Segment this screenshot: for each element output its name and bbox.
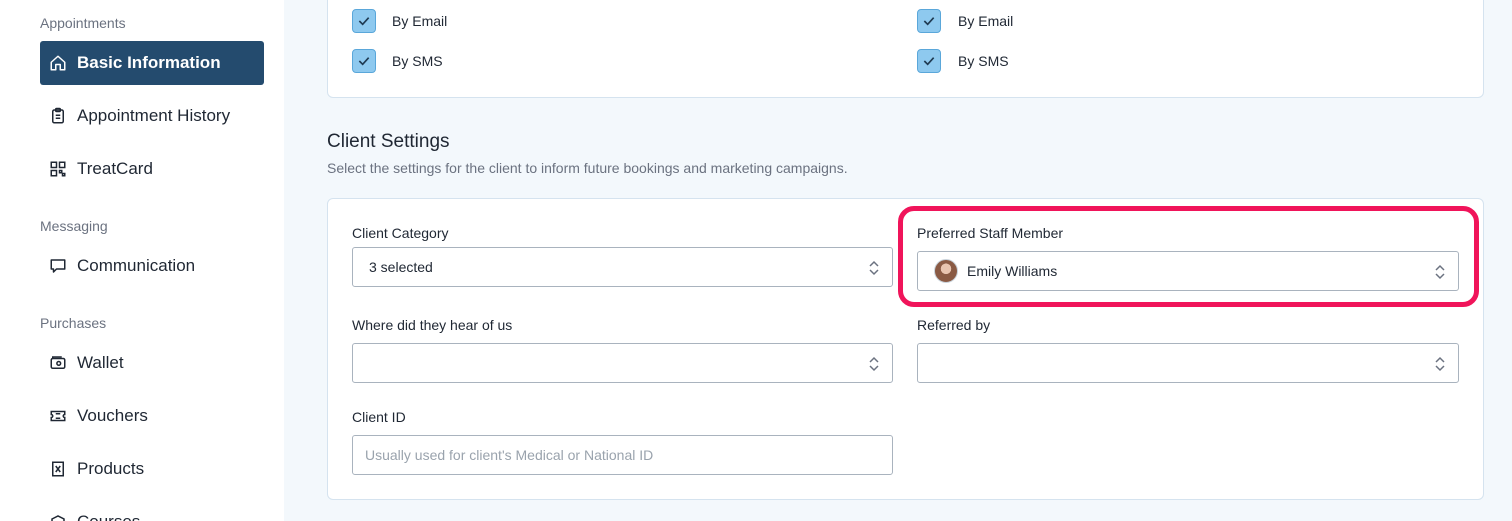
check-icon [358,57,370,66]
client-category-select[interactable]: 3 selected [352,247,893,287]
preferred-staff-label: Preferred Staff Member [917,225,1064,241]
heard-of-us-label: Where did they hear of us [352,317,513,333]
sidebar-item-courses[interactable]: Courses [40,500,264,521]
sidebar-item-products[interactable]: Products [40,447,264,491]
section-title: Client Settings [327,131,450,152]
ticket-icon [49,407,67,425]
home-icon [49,54,67,72]
preferred-staff-select[interactable]: Emily Williams [917,251,1459,291]
client-category-label: Client Category [352,225,449,241]
message-icon [49,257,67,275]
avatar [934,259,958,283]
referred-by-select[interactable] [917,343,1459,383]
client-id-label: Client ID [352,409,406,425]
sidebar-item-vouchers[interactable]: Vouchers [40,394,264,438]
sidebar-item-label: Appointment History [77,106,231,125]
checkbox-left-email[interactable] [352,9,376,33]
check-icon [923,17,935,26]
chevron-updown-icon [869,356,879,372]
section-label-appointments: Appointments [40,15,126,31]
clipboard-icon [49,107,67,125]
heard-of-us-select[interactable] [352,343,893,383]
section-label-messaging: Messaging [40,218,108,234]
chevron-updown-icon [1435,264,1445,280]
qr-code-icon [49,160,67,178]
sidebar-item-appointment-history[interactable]: Appointment History [40,94,264,138]
notification-preferences-card [327,0,1484,98]
preferred-staff-value: Emily Williams [967,263,1058,279]
sidebar-item-label: TreatCard [77,159,153,178]
receipt-icon [49,460,67,478]
checkbox-right-sms[interactable] [917,49,941,73]
checkbox-right-email[interactable] [917,9,941,33]
section-label-purchases: Purchases [40,315,107,331]
sidebar-item-treatcard[interactable]: TreatCard [40,147,264,191]
checkbox-label: By SMS [392,53,443,69]
referred-by-label: Referred by [917,317,991,333]
sidebar-item-label: Products [77,459,145,478]
checkbox-label: By Email [392,13,448,29]
sidebar-item-label: Wallet [77,353,124,372]
chevron-updown-icon [1435,356,1445,372]
sidebar-item-label: Communication [77,256,196,275]
client-id-input[interactable] [352,435,893,475]
sidebar-item-label: Vouchers [77,406,148,425]
sidebar-item-label: Courses [77,512,140,521]
chevron-updown-icon [869,260,879,276]
sidebar-item-wallet[interactable]: Wallet [40,341,264,385]
wallet-icon [49,354,67,372]
check-icon [923,57,935,66]
section-subtitle: Select the settings for the client to in… [327,160,848,176]
sidebar: Appointments Basic Information Appointme… [0,0,284,521]
sidebar-item-label: Basic Information [77,53,221,72]
checkbox-label: By Email [958,13,1014,29]
sidebar-item-communication[interactable]: Communication [40,244,264,288]
checkbox-label: By SMS [958,53,1009,69]
box-icon [49,513,67,521]
checkbox-left-sms[interactable] [352,49,376,73]
check-icon [358,17,370,26]
sidebar-item-basic-information[interactable]: Basic Information [40,41,264,85]
client-category-value: 3 selected [369,259,433,275]
